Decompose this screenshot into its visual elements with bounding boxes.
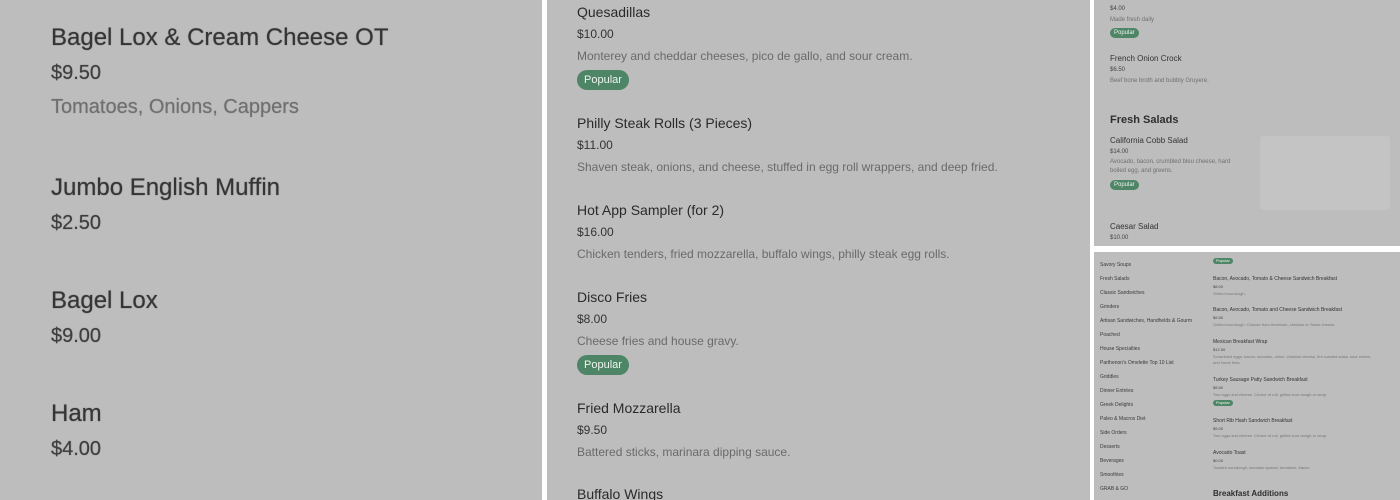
item-name: Bagel Lox xyxy=(51,287,158,314)
item-name: Fried Mozzarella xyxy=(577,400,681,416)
category-link[interactable]: Poached xyxy=(1100,332,1120,338)
item-price: $16.00 xyxy=(577,225,614,239)
item-description: Two eggs and cheese. Choice of roll, gri… xyxy=(1213,392,1328,397)
item-name[interactable]: Avocado Toast xyxy=(1213,450,1246,456)
item-price: $8.00 xyxy=(1213,284,1224,289)
item-name[interactable]: California Cobb Salad xyxy=(1110,136,1188,145)
popular-badge: Popular xyxy=(1213,258,1233,264)
item-description: Scrambled eggs, bacon, avocado, onion, c… xyxy=(1213,354,1372,359)
category-link[interactable]: Classic Sandwiches xyxy=(1100,290,1144,296)
menu-item-bagel-lox[interactable]: Bagel Lox $9.00 xyxy=(51,287,158,348)
item-description: Grilled sourdough. xyxy=(1213,291,1246,296)
item-name: Hot App Sampler (for 2) xyxy=(577,202,725,218)
popular-badge: Popular xyxy=(577,355,629,375)
menu-item-hot-app-sampler[interactable]: Hot App Sampler (for 2) $16.00 Chicken t… xyxy=(577,202,1080,261)
item-price: $10.00 xyxy=(577,27,614,41)
item-price: $12.50 xyxy=(1213,347,1226,352)
popular-badge: Popular xyxy=(577,70,629,90)
category-link[interactable]: Dinner Entrées xyxy=(1100,388,1133,394)
item-description: Battered sticks, marinara dipping sauce. xyxy=(577,445,791,459)
item-description: boiled egg, and greens. xyxy=(1110,168,1173,174)
item-price: $0.00 xyxy=(1213,458,1224,463)
menu-item-philly-steak-rolls[interactable]: Philly Steak Rolls (3 Pieces) $11.00 Sha… xyxy=(577,115,1080,174)
section-title: Fresh Salads xyxy=(1110,114,1179,126)
item-description: Cheese fries and house gravy. xyxy=(577,334,739,348)
item-name: Ham xyxy=(51,400,102,427)
item-description: Avocado, bacon, crumbled bleu cheese, ha… xyxy=(1110,159,1231,165)
menu-item-bagel-lox-cream-cheese[interactable]: Bagel Lox & Cream Cheese OT $9.50 Tomato… xyxy=(51,24,389,119)
soups-salads-panel: $4.00 Made fresh daily Popular French On… xyxy=(1094,0,1400,246)
item-description: Monterey and cheddar cheeses, pico de ga… xyxy=(577,49,913,63)
zoomed-menu-panel: Bagel Lox & Cream Cheese OT $9.50 Tomato… xyxy=(0,0,542,500)
category-link[interactable]: Griddles xyxy=(1100,374,1119,380)
item-price: $10.00 xyxy=(1110,235,1129,241)
item-price: $4.00 xyxy=(51,438,102,460)
item-price: $9.00 xyxy=(1213,426,1224,431)
menu-item-jumbo-english-muffin[interactable]: Jumbo English Muffin $2.50 xyxy=(51,174,280,235)
menu-item-ham[interactable]: Ham $4.00 xyxy=(51,400,102,461)
item-description: Shaven steak, onions, and cheese, stuffe… xyxy=(577,160,998,174)
popular-badge: Popular xyxy=(1213,400,1233,406)
menu-item-buffalo-wings[interactable]: Buffalo Wings xyxy=(577,486,1080,500)
category-link[interactable]: Desserts xyxy=(1100,444,1120,450)
item-price: $9.00 xyxy=(51,325,102,347)
item-price: $11.00 xyxy=(577,138,613,152)
category-link[interactable]: Smoothies xyxy=(1100,472,1124,478)
item-price: $8.00 xyxy=(577,312,608,326)
category-link[interactable]: House Specialties xyxy=(1100,346,1140,352)
item-description: Beef bone broth and bubbly Gruyere. xyxy=(1110,78,1209,84)
item-name: Jumbo English Muffin xyxy=(51,174,281,201)
item-price: $9.50 xyxy=(577,423,608,437)
item-name[interactable]: Bacon, Avocado, Tomato and Cheese Sandwi… xyxy=(1213,307,1342,313)
category-sidebar-panel: Savory Soups Fresh Salads Classic Sandwi… xyxy=(1094,252,1400,500)
category-link[interactable]: Savory Soups xyxy=(1100,262,1131,268)
item-price: $6.50 xyxy=(1110,67,1126,73)
item-name[interactable]: Mexican Breakfast Wrap xyxy=(1213,339,1267,345)
item-name[interactable]: Short Rib Hash Sandwich Breakfast xyxy=(1213,418,1292,424)
category-link[interactable]: Artisan Sandwiches, Handhelds & Gourm xyxy=(1100,318,1192,324)
item-description: and home fries. xyxy=(1213,360,1241,365)
category-link[interactable]: Side Orders xyxy=(1100,430,1127,436)
item-description: Chicken tenders, fried mozzarella, buffa… xyxy=(577,247,950,261)
item-name: Philly Steak Rolls (3 Pieces) xyxy=(577,115,753,131)
category-link[interactable]: GRAB & GO xyxy=(1100,486,1128,492)
category-link[interactable]: Grinders xyxy=(1100,304,1119,310)
item-price: $14.00 xyxy=(1110,149,1129,155)
item-name: Quesadillas xyxy=(577,4,651,20)
category-link[interactable]: Parthenon's Omelette Top 10 List xyxy=(1100,360,1174,366)
popular-badge: Popular xyxy=(1110,28,1139,38)
item-description: Toasted sourdough, avocado spread, tomat… xyxy=(1213,465,1311,470)
category-link[interactable]: Fresh Salads xyxy=(1100,276,1129,282)
item-price: $4.00 xyxy=(1110,6,1126,12)
popular-badge: Popular xyxy=(1110,180,1139,190)
item-price: $9.50 xyxy=(51,62,102,84)
category-link[interactable]: Greek Delights xyxy=(1100,402,1133,408)
menu-item-quesadillas[interactable]: Quesadillas $10.00 Monterey and cheddar … xyxy=(577,4,1080,90)
item-price: $5.50 xyxy=(1213,385,1224,390)
section-title: Breakfast Additions xyxy=(1213,489,1289,498)
category-link[interactable]: Beverages xyxy=(1100,458,1124,464)
item-price: $2.50 xyxy=(51,212,102,234)
item-name: Disco Fries xyxy=(577,289,648,305)
menu-item-disco-fries[interactable]: Disco Fries $8.00 Cheese fries and house… xyxy=(577,289,1080,375)
item-name[interactable]: Turkey Sausage Patty Sandwich Breakfast xyxy=(1213,377,1308,383)
item-description: Grilled sourdough. Choose from American,… xyxy=(1213,322,1336,327)
item-price: $9.50 xyxy=(1213,315,1224,320)
menu-item-fried-mozzarella[interactable]: Fried Mozzarella $9.50 Battered sticks, … xyxy=(577,400,1080,459)
item-name: Buffalo Wings xyxy=(577,486,664,500)
category-link[interactable]: Paleo & Macros Diet xyxy=(1100,416,1146,422)
item-description: Two eggs and cheese. Choice of roll, gri… xyxy=(1213,433,1328,438)
appetizers-menu-panel: Quesadillas $10.00 Monterey and cheddar … xyxy=(547,0,1090,500)
item-description: Tomatoes, Onions, Cappers xyxy=(51,96,299,118)
item-name[interactable]: Caesar Salad xyxy=(1110,222,1158,231)
item-name[interactable]: Bacon, Avocado, Tomato & Cheese Sandwich… xyxy=(1213,276,1337,282)
item-name: Bagel Lox & Cream Cheese OT xyxy=(51,24,389,51)
item-description: Made fresh daily xyxy=(1110,17,1155,23)
item-image-placeholder xyxy=(1260,136,1390,210)
item-name[interactable]: French Onion Crock xyxy=(1110,54,1182,63)
